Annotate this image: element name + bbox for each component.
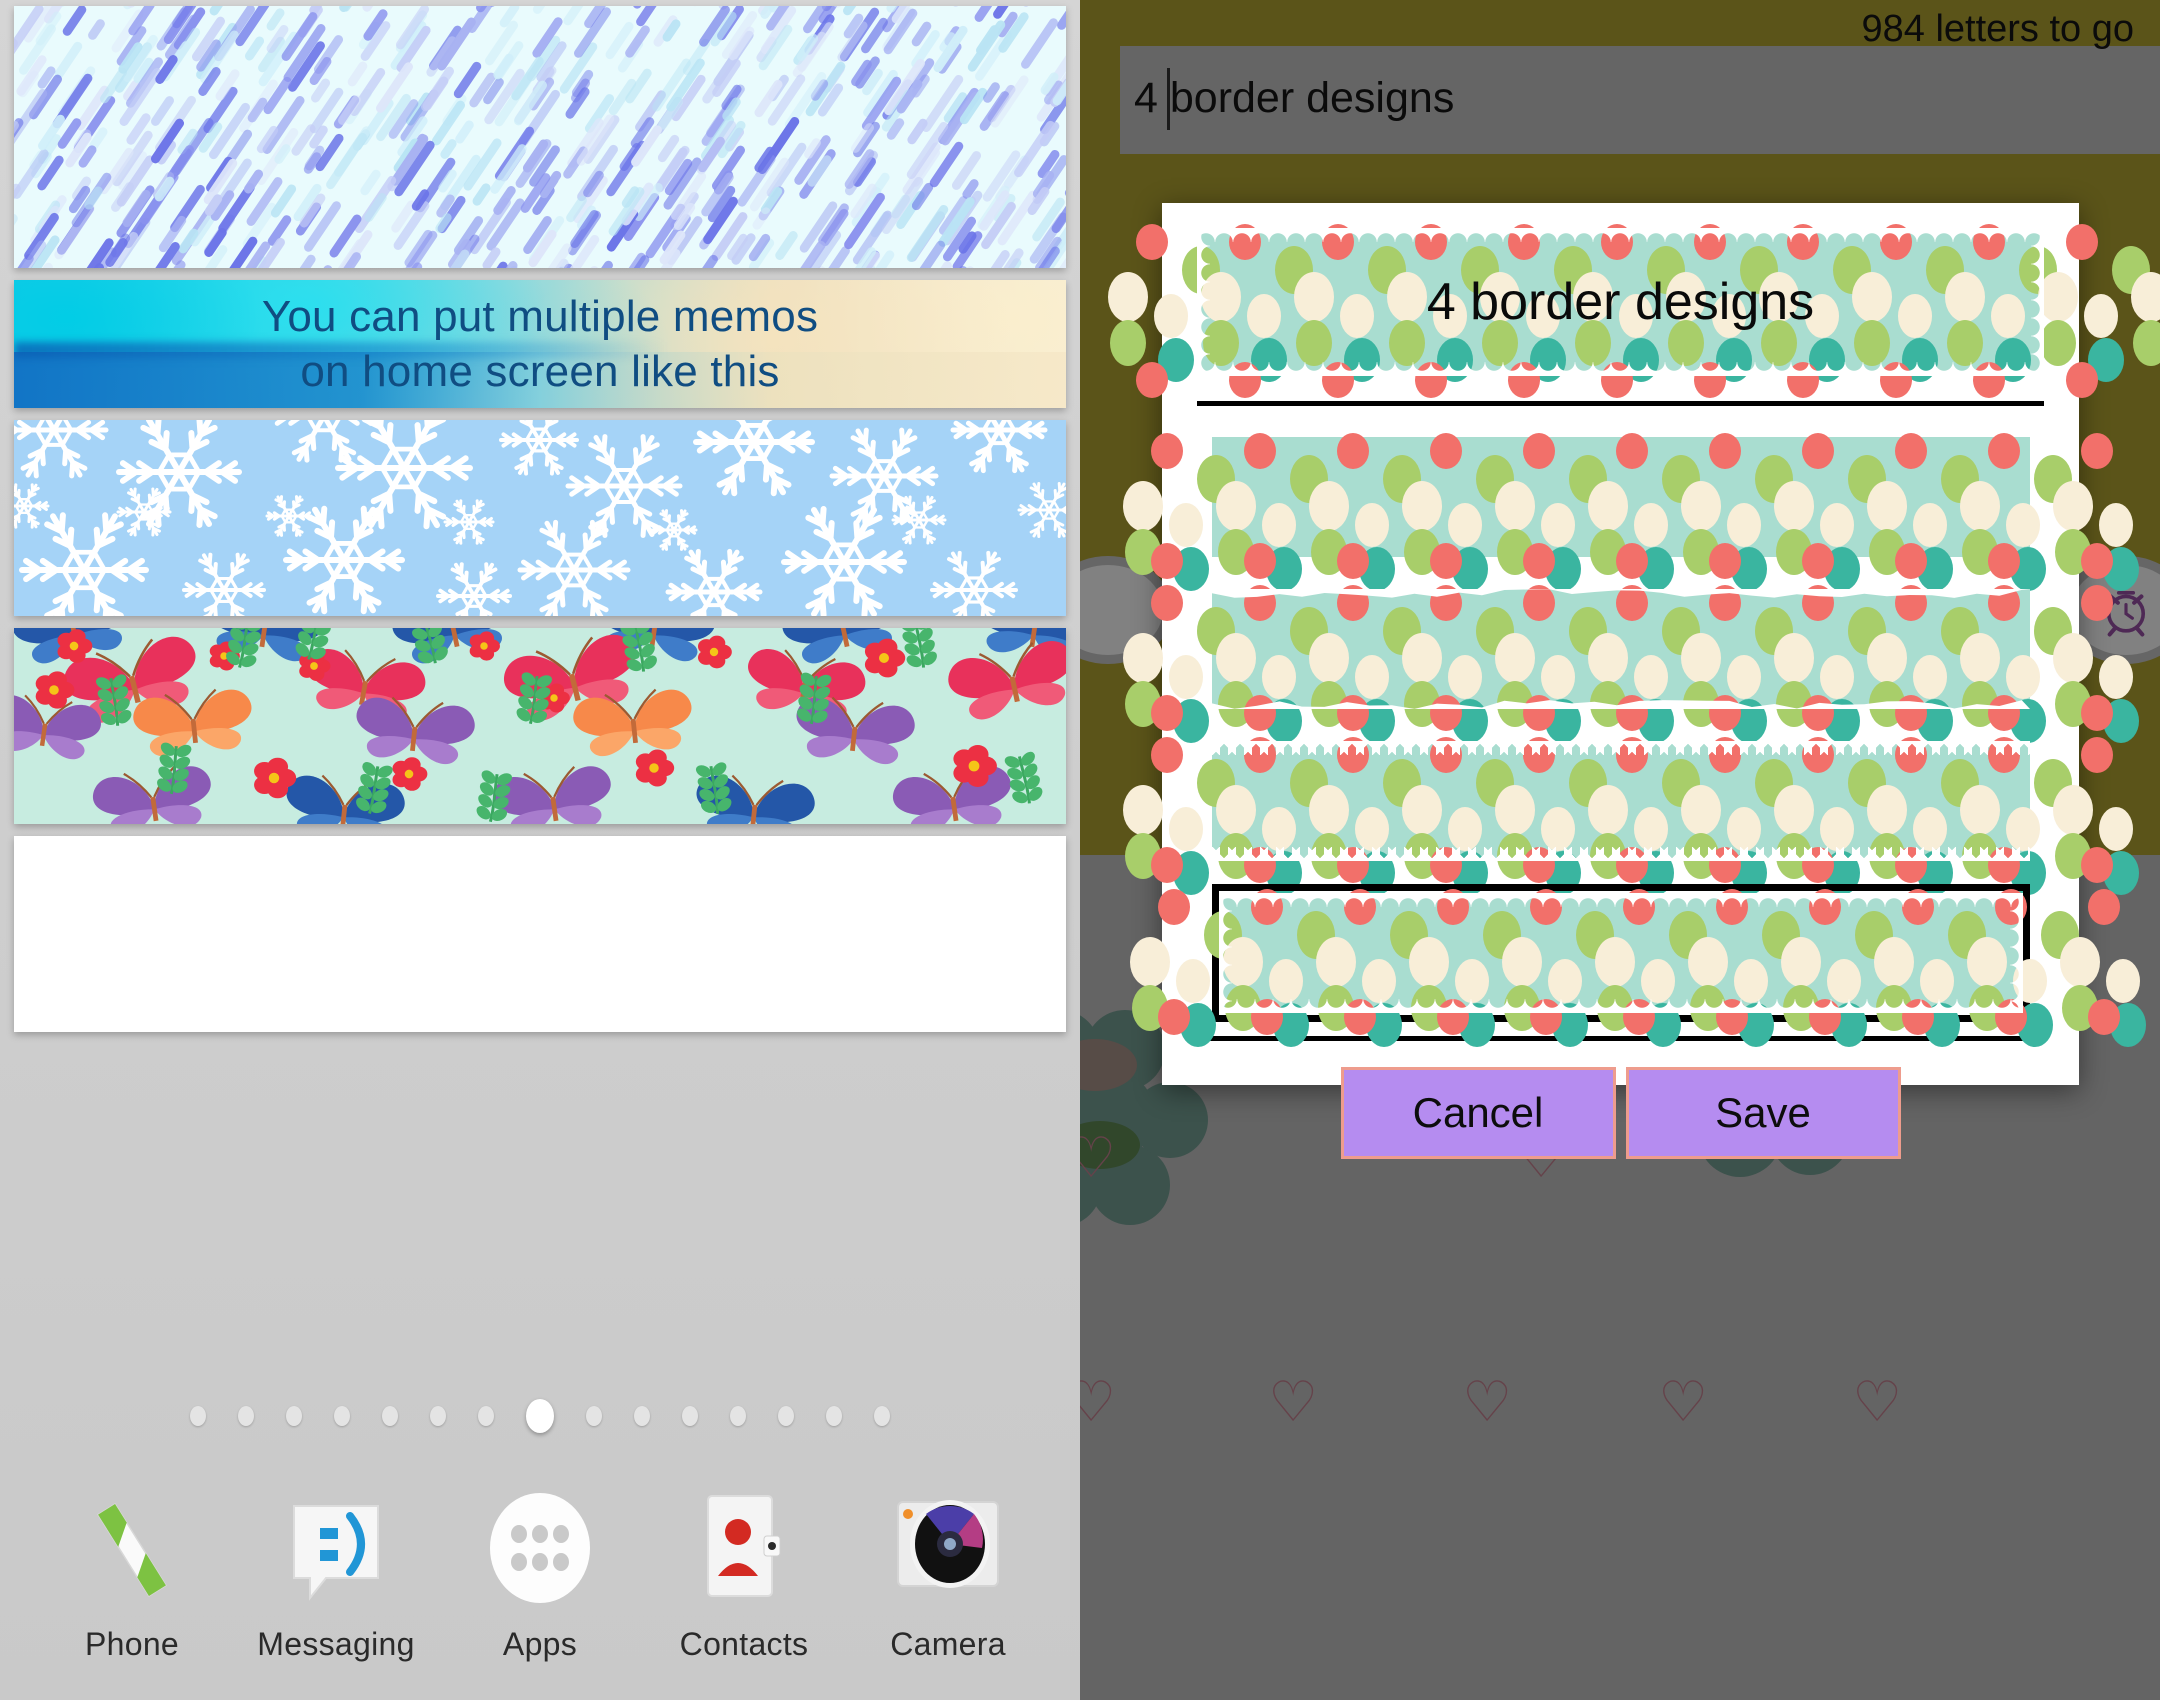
widget-rain-memo[interactable]	[14, 6, 1066, 268]
dock-item-apps[interactable]: Apps	[453, 1488, 628, 1663]
divider-bottom	[1197, 1036, 2044, 1041]
memo-line-2: on home screen like this	[300, 347, 780, 396]
page-indicator-dots[interactable]	[0, 1396, 1080, 1436]
widget-beach-memo[interactable]: You can put multiple memos on home scree…	[14, 280, 1066, 408]
page-dot[interactable]	[778, 1406, 794, 1426]
page-dot[interactable]	[586, 1406, 602, 1426]
app-screenshot: You can put multiple memos on home scree…	[0, 0, 2160, 1700]
messaging-icon	[274, 1488, 398, 1612]
page-dot[interactable]	[238, 1406, 254, 1426]
snowflake-pattern	[14, 420, 1066, 616]
tape-pattern	[1122, 585, 2139, 743]
memo-line-1: You can put multiple memos	[261, 292, 819, 341]
dialog-actions: Cancel Save	[1162, 1067, 2079, 1159]
page-dot[interactable]	[190, 1406, 206, 1426]
apps-grid-icon	[478, 1488, 602, 1612]
contacts-icon	[682, 1488, 806, 1612]
page-dot[interactable]	[478, 1406, 494, 1426]
page-dot[interactable]	[874, 1406, 890, 1426]
dock-label: Apps	[502, 1626, 578, 1662]
page-dot[interactable]	[682, 1406, 698, 1426]
border-option-swatch	[1122, 433, 2139, 591]
rain-pattern	[14, 6, 1066, 268]
dock-item-messaging[interactable]: Messaging	[249, 1488, 424, 1663]
border-preview: 4 border designs	[1108, 224, 2160, 398]
butterfly-pattern	[14, 628, 1066, 824]
tape-pattern	[1129, 889, 2146, 1047]
dock-label: Contacts	[679, 1626, 809, 1662]
torn-edge-top	[1211, 589, 2030, 605]
border-design-dialog: 4 border designs Cancel Save	[1108, 203, 2160, 1159]
dock-label: Phone	[84, 1626, 180, 1662]
divider-top	[1197, 401, 2044, 406]
page-dot[interactable]	[334, 1406, 350, 1426]
scallop-edge-left	[1218, 893, 1232, 1013]
zigzag-edge-top	[1211, 741, 2030, 755]
border-option-list	[1122, 428, 2146, 1047]
page-dot[interactable]	[730, 1406, 746, 1426]
dock-item-phone[interactable]: Phone	[45, 1488, 220, 1663]
torn-edge-bottom	[1211, 693, 2030, 709]
border-option-3[interactable]	[1122, 732, 2139, 895]
border-option-swatch	[1129, 889, 2146, 1047]
widget-snowflake-memo[interactable]	[14, 420, 1066, 616]
tape-pattern	[1122, 433, 2139, 591]
android-home-screen: You can put multiple memos on home scree…	[0, 0, 1080, 1700]
border-option-4[interactable]	[1129, 884, 2146, 1047]
camera-icon	[886, 1488, 1010, 1612]
cancel-button[interactable]: Cancel	[1340, 1067, 1616, 1159]
border-option-1[interactable]	[1122, 428, 2139, 591]
page-dot[interactable]	[634, 1406, 650, 1426]
dock-item-camera[interactable]: Camera	[861, 1488, 1036, 1663]
preview-text: 4 border designs	[1426, 273, 1815, 331]
scallop-edge-top	[1218, 893, 2023, 907]
page-dot[interactable]	[430, 1406, 446, 1426]
leaf-pattern	[14, 836, 1066, 1032]
widget-blue-leaf-memo[interactable]	[14, 836, 1066, 1032]
dock-label: Messaging	[257, 1626, 415, 1662]
memo-text: You can put multiple memos on home scree…	[14, 280, 1066, 408]
border-option-swatch	[1122, 585, 2139, 743]
page-dot[interactable]	[382, 1406, 398, 1426]
phone-icon	[70, 1488, 194, 1612]
save-button[interactable]: Save	[1625, 1067, 1901, 1159]
page-dot[interactable]	[286, 1406, 302, 1426]
dock-label: Camera	[890, 1626, 1006, 1662]
zigzag-edge-bottom	[1211, 847, 2030, 861]
tape-pattern	[1122, 737, 2139, 895]
page-dot[interactable]	[826, 1406, 842, 1426]
memo-editor-screen: ♡ ♡ ♡ ♡ ♡ ♡ ♡ 984 letters to go 4 border…	[1080, 0, 2160, 1700]
page-dot[interactable]	[526, 1399, 554, 1433]
scallop-edge-right	[2009, 893, 2023, 1013]
scallop-edge-bottom	[1218, 999, 2023, 1013]
border-option-2[interactable]	[1122, 580, 2139, 743]
widget-butterfly-memo[interactable]	[14, 628, 1066, 824]
app-dock: Phone Messaging Apps Contacts Camera	[0, 1448, 1080, 1700]
dock-item-contacts[interactable]: Contacts	[657, 1488, 832, 1663]
border-option-swatch	[1122, 737, 2139, 895]
